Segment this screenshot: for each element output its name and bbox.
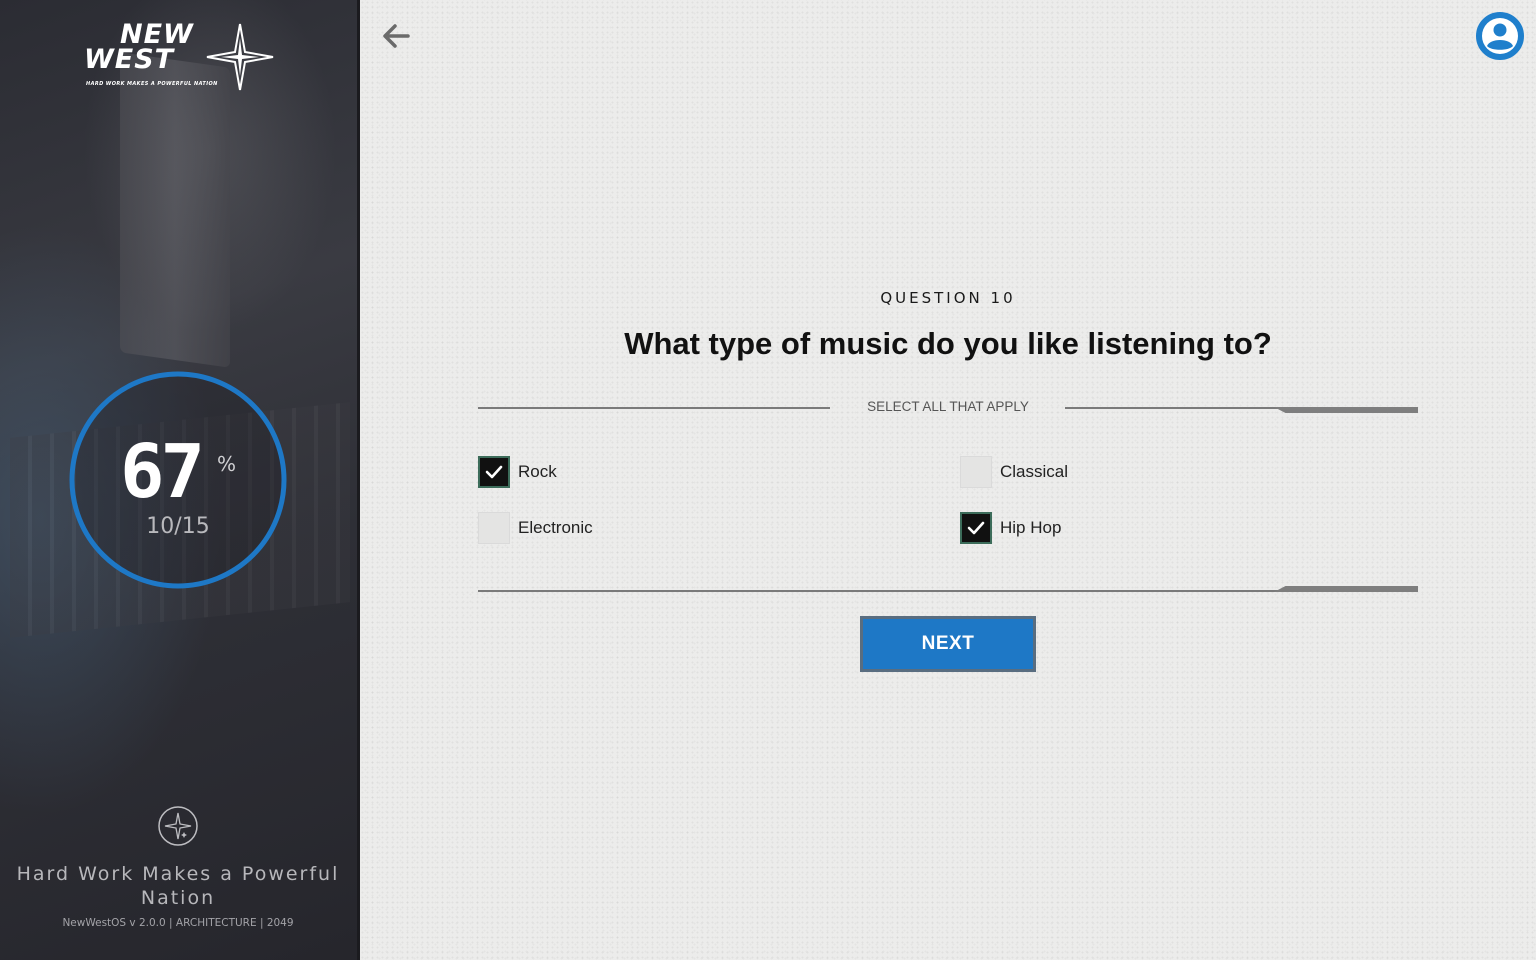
- checkbox-classical[interactable]: [960, 456, 992, 488]
- option-label-electronic: Electronic: [518, 518, 593, 537]
- new-west-logo: NEW WEST HARD WORK MAKES A POWERFUL NATI…: [80, 21, 280, 92]
- question-title: What type of music do you like listening…: [624, 326, 1272, 361]
- option-electronic[interactable]: Electronic: [478, 512, 593, 544]
- sidebar: NEW WEST HARD WORK MAKES A POWERFUL NATI…: [0, 0, 360, 960]
- question-number: QUESTION 10: [880, 289, 1016, 307]
- checkmark-icon: [967, 521, 985, 535]
- divider-bottom-accent: [1274, 586, 1418, 592]
- progress-count: 10/15: [146, 514, 210, 539]
- checkbox-electronic[interactable]: [478, 512, 510, 544]
- logo-line-2: WEST: [84, 44, 175, 75]
- progress-percent: 67: [120, 429, 205, 515]
- option-hip-hop[interactable]: Hip Hop: [960, 512, 1061, 544]
- user-avatar-button[interactable]: [1476, 12, 1524, 60]
- option-rock[interactable]: Rock: [478, 456, 557, 488]
- divider-right-accent: [1274, 407, 1418, 413]
- option-label-rock: Rock: [518, 462, 557, 481]
- back-button[interactable]: [378, 18, 414, 54]
- checkbox-hip-hop[interactable]: [960, 512, 992, 544]
- option-label-hip-hop: Hip Hop: [1000, 518, 1062, 537]
- next-button[interactable]: NEXT: [860, 616, 1036, 672]
- main-content: QUESTION 10 What type of music do you li…: [360, 0, 1536, 960]
- user-avatar-icon: [1482, 18, 1518, 54]
- option-label-classical: Classical: [1000, 462, 1069, 481]
- space-station-background: [120, 52, 230, 368]
- emblem-star-icon: [158, 806, 198, 846]
- percent-sign: %: [217, 452, 237, 476]
- arrow-left-icon: [383, 24, 410, 48]
- version-info: NewWestOS v 2.0.0 | ARCHITECTURE | 2049: [62, 917, 294, 929]
- checkbox-rock[interactable]: [478, 456, 510, 488]
- divider-left: [478, 407, 830, 409]
- logo-tagline: HARD WORK MAKES A POWERFUL NATION: [86, 81, 218, 87]
- option-classical[interactable]: Classical: [960, 456, 1068, 488]
- checkmark-icon: [485, 465, 503, 479]
- logo-wordmark: NEW WEST: [80, 21, 194, 75]
- motto: Hard Work Makes a Powerful Nation: [16, 863, 340, 909]
- select-all-instruction: SELECT ALL THAT APPLY: [867, 399, 1029, 414]
